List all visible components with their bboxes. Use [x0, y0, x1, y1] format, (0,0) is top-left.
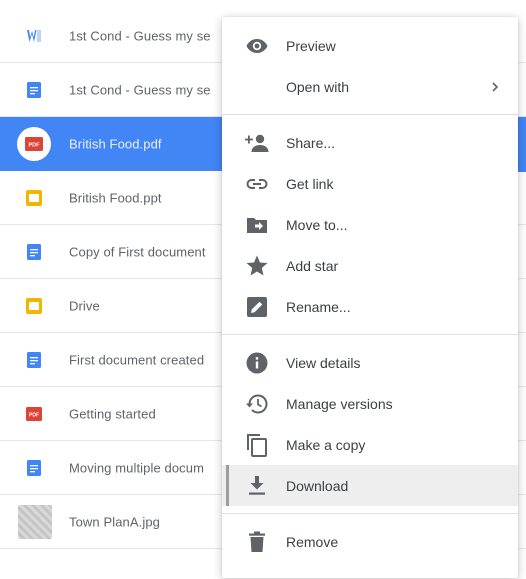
menu-label: Preview [286, 37, 336, 54]
menu-item-preview[interactable]: Preview [222, 25, 518, 66]
file-name: Getting started [69, 406, 156, 421]
menu-divider [222, 334, 518, 335]
menu-label: Download [286, 477, 349, 494]
copy-icon [244, 432, 270, 458]
chevron-right-icon [490, 80, 500, 94]
menu-item-remove[interactable]: Remove [222, 521, 518, 562]
file-name: Copy of First document [69, 244, 206, 259]
eye-icon [244, 33, 270, 59]
file-name: 1st Cond - Guess my se [69, 28, 211, 43]
edit-icon [244, 294, 270, 320]
star-icon [244, 253, 270, 279]
trash-icon [244, 529, 270, 555]
history-icon [244, 391, 270, 417]
menu-label: Manage versions [286, 395, 393, 412]
menu-item-rename[interactable]: Rename... [222, 286, 518, 327]
slides-file-icon [26, 189, 42, 206]
menu-divider [222, 513, 518, 514]
menu-label: View details [286, 354, 361, 371]
menu-label: Share... [286, 134, 336, 151]
menu-item-make-copy[interactable]: Make a copy [222, 424, 518, 465]
menu-divider [222, 114, 518, 115]
file-name: British Food.pdf [69, 136, 162, 151]
selection-edge [518, 117, 526, 172]
menu-item-manage-versions[interactable]: Manage versions [222, 383, 518, 424]
slides-file-icon [26, 297, 42, 314]
menu-item-view-details[interactable]: View details [222, 342, 518, 383]
pdf-file-icon: PDF [25, 136, 43, 151]
menu-label: Rename... [286, 298, 351, 315]
menu-item-move-to[interactable]: Move to... [222, 204, 518, 245]
file-name: 1st Cond - Guess my se [69, 82, 211, 97]
image-thumbnail [18, 504, 52, 539]
menu-label: Move to... [286, 216, 348, 233]
svg-text:PDF: PDF [29, 412, 39, 418]
doc-file-icon [26, 243, 42, 260]
menu-label: Get link [286, 175, 334, 192]
menu-item-get-link[interactable]: Get link [222, 163, 518, 204]
doc-file-icon [26, 81, 42, 98]
menu-item-add-star[interactable]: Add star [222, 245, 518, 286]
file-name: First document created [69, 352, 205, 367]
menu-label: Make a copy [286, 436, 366, 453]
context-menu: Preview Open with Share... Get link Move… [222, 17, 518, 578]
person-add-icon [244, 130, 270, 156]
menu-label: Open with [286, 78, 350, 95]
doc-file-icon [26, 459, 42, 476]
link-icon [244, 171, 270, 197]
pdf-file-icon: PDF [26, 406, 42, 422]
menu-item-download[interactable]: Download [222, 465, 518, 506]
menu-label: Remove [286, 533, 339, 550]
menu-item-open-with[interactable]: Open with [222, 66, 518, 107]
file-name: British Food.ppt [69, 190, 162, 205]
svg-text:PDF: PDF [29, 142, 41, 148]
menu-item-share[interactable]: Share... [222, 122, 518, 163]
doc-file-icon [26, 351, 42, 368]
download-icon [244, 473, 270, 499]
file-name: Moving multiple docum [69, 460, 205, 475]
selected-file-badge: PDF [17, 126, 51, 161]
file-name: Drive [69, 298, 100, 313]
menu-label: Add star [286, 257, 339, 274]
file-name: Town PlanA.jpg [69, 514, 161, 529]
info-icon [244, 350, 270, 376]
word-file-icon [26, 28, 42, 44]
folder-move-icon [244, 212, 270, 238]
